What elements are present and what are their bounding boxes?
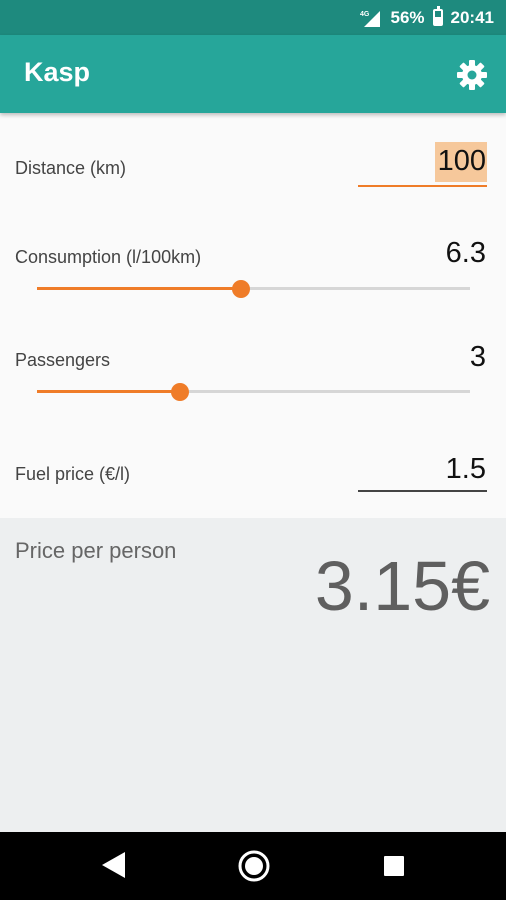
consumption-value: 6.3 <box>445 237 486 269</box>
status-bar: 4G 56% 20:41 <box>0 0 506 35</box>
consumption-slider-fill <box>37 287 241 290</box>
fuel-price-label: Fuel price (€/l) <box>15 464 131 484</box>
home-circle-icon[interactable] <box>237 849 271 883</box>
consumption-slider[interactable] <box>37 279 470 298</box>
clock: 20:41 <box>450 7 494 27</box>
passengers-label: Passengers <box>15 350 111 370</box>
result-value: 3.15€ <box>314 547 490 625</box>
app-bar: Kasp <box>0 35 506 113</box>
result-panel: Price per person 3.15€ <box>0 518 506 832</box>
consumption-slider-thumb[interactable] <box>231 279 250 298</box>
signal-icon: 4G <box>360 10 381 27</box>
back-triangle-icon[interactable] <box>99 850 127 880</box>
gear-icon[interactable] <box>456 59 488 91</box>
battery-percent: 56% <box>390 7 425 27</box>
distance-label: Distance (km) <box>15 158 127 178</box>
consumption-label: Consumption (l/100km) <box>15 247 202 267</box>
recents-square-icon[interactable] <box>382 854 406 878</box>
battery-icon <box>432 6 443 26</box>
passengers-value: 3 <box>469 341 486 373</box>
app-title: Kasp <box>24 57 91 87</box>
fuel-price-input[interactable]: 1.5 <box>446 453 486 486</box>
passengers-slider[interactable] <box>37 382 470 401</box>
distance-underline <box>358 185 487 187</box>
status-icons: 4G 56% 20:41 <box>360 0 494 35</box>
navigation-bar <box>0 832 506 900</box>
passengers-slider-fill <box>37 390 180 393</box>
fuel-price-underline <box>358 490 487 492</box>
svg-text:4G: 4G <box>360 11 370 18</box>
result-label: Price per person <box>15 538 177 563</box>
passengers-slider-thumb[interactable] <box>170 382 189 401</box>
distance-input[interactable]: 100 <box>438 145 486 178</box>
